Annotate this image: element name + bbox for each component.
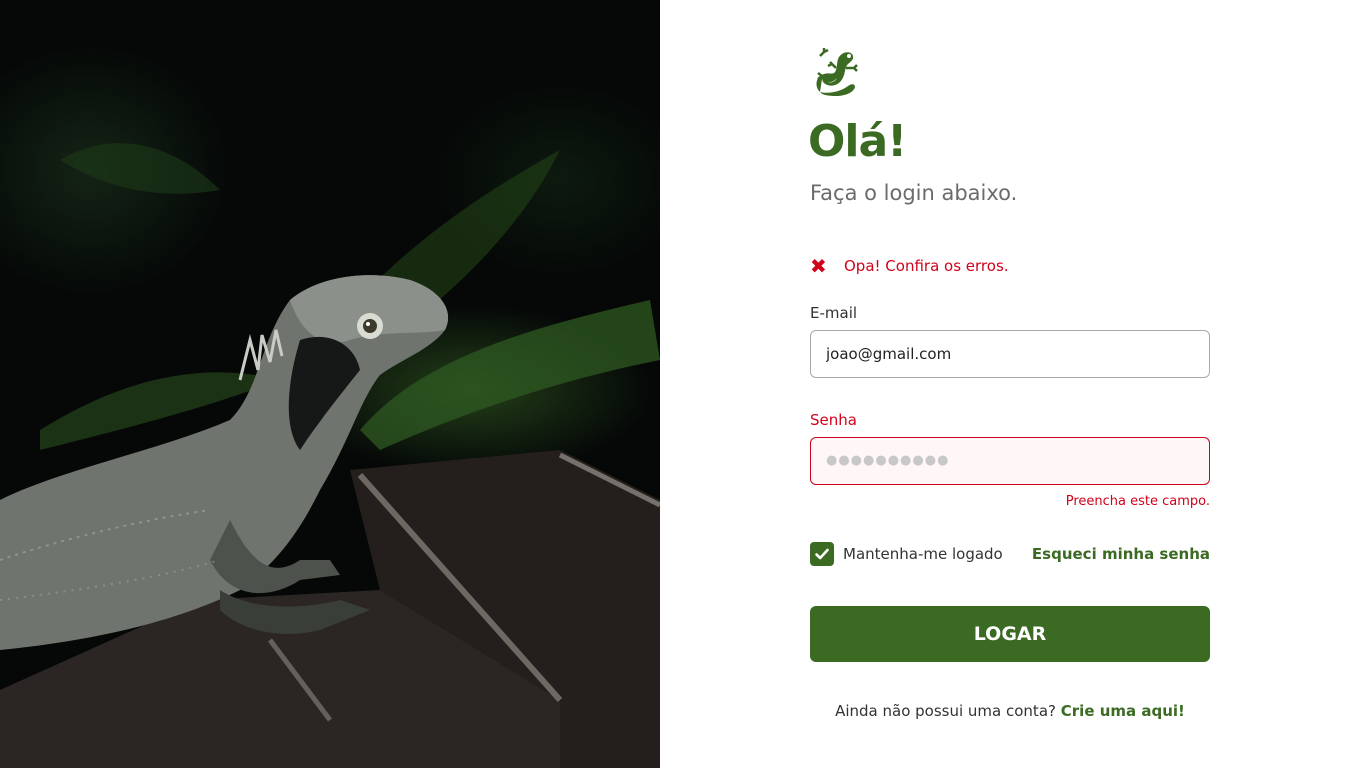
- forgot-password-link[interactable]: Esqueci minha senha: [1000, 545, 1210, 563]
- lizard-photo: [0, 0, 660, 768]
- remember-me-label: Mantenha-me logado: [843, 545, 1003, 563]
- signup-link[interactable]: Crie uma aqui!: [1061, 702, 1185, 720]
- remember-me-checkbox[interactable]: [810, 542, 834, 566]
- gecko-icon: [810, 46, 860, 98]
- error-x-icon: ✖: [810, 254, 827, 278]
- email-label: E-mail: [810, 304, 858, 322]
- checkmark-icon: [815, 548, 829, 560]
- password-error: Preencha este campo.: [1065, 494, 1210, 509]
- page-title: Olá!: [808, 116, 907, 167]
- page-subtitle: Faça o login abaixo.: [810, 181, 1018, 205]
- login-page: Olá! Faça o login abaixo. ✖ Opa! Confira…: [0, 0, 1360, 768]
- error-message: Opa! Confira os erros.: [844, 257, 1009, 275]
- lizard-illustration: [0, 143, 660, 768]
- remember-me-toggle[interactable]: Mantenha-me logado: [810, 542, 1003, 566]
- email-field[interactable]: [810, 330, 1210, 378]
- login-panel: Olá! Faça o login abaixo. ✖ Opa! Confira…: [660, 0, 1360, 768]
- signup-prompt: Ainda não possui uma conta? Crie uma aqu…: [810, 702, 1210, 720]
- error-alert: ✖ Opa! Confira os erros.: [810, 256, 1009, 276]
- password-field[interactable]: [810, 437, 1210, 485]
- password-label: Senha: [810, 411, 857, 429]
- signup-text: Ainda não possui uma conta?: [835, 702, 1056, 720]
- login-button[interactable]: LOGAR: [810, 606, 1210, 662]
